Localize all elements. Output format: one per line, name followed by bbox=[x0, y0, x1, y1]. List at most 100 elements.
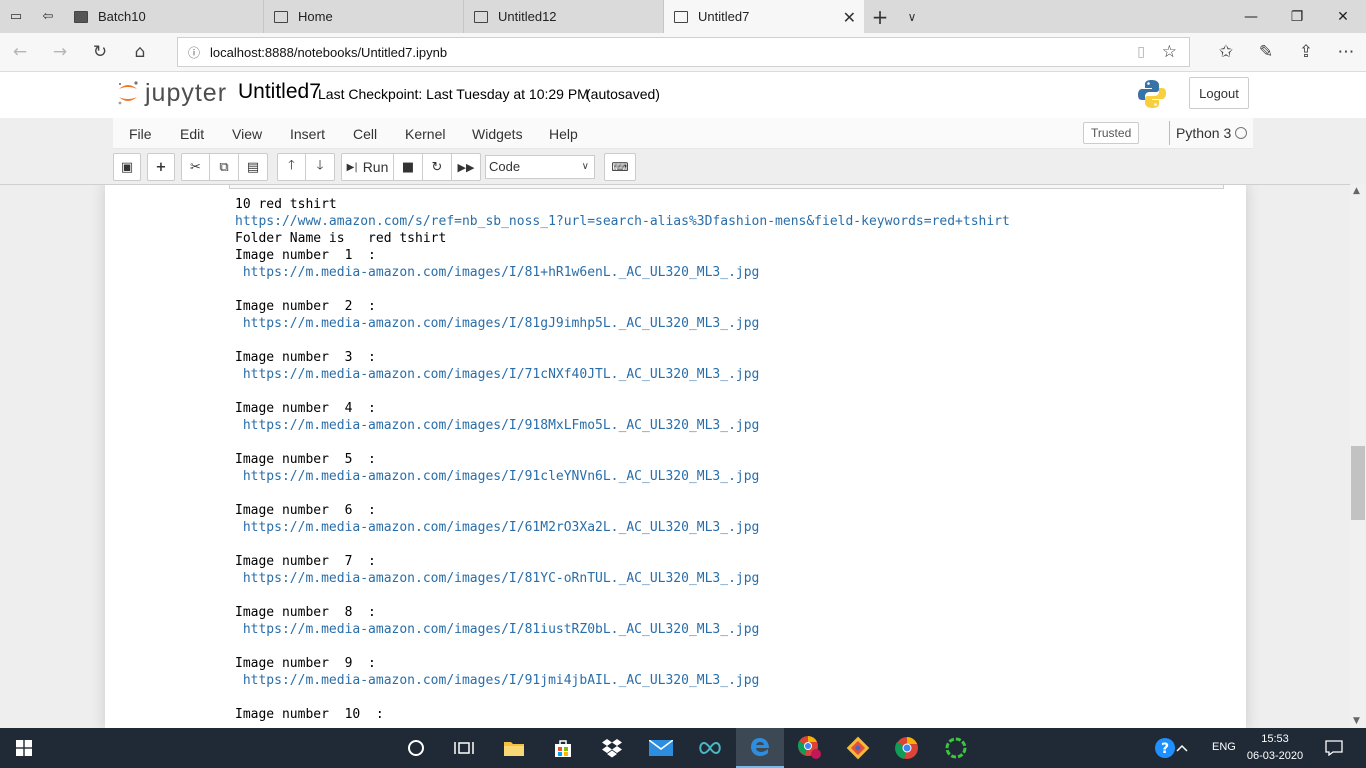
copy-button[interactable]: ⧉ bbox=[210, 153, 239, 181]
previous-cell-edge bbox=[229, 185, 1224, 189]
save-icon: ▣ bbox=[120, 159, 134, 175]
system-clock[interactable]: 15:53 06-03-2020 bbox=[1242, 731, 1308, 765]
menu-view[interactable]: View bbox=[232, 126, 262, 142]
more-icon[interactable]: ⋯ bbox=[1332, 39, 1360, 65]
restart-button[interactable]: ↻ bbox=[423, 153, 452, 181]
info-icon[interactable]: ⓘ bbox=[178, 44, 210, 61]
jupyter-wordmark: jupyter bbox=[145, 79, 228, 107]
move-down-button[interactable]: 🡓 bbox=[306, 153, 335, 181]
output-line: Image number 10 : bbox=[235, 707, 384, 722]
file-explorer-icon[interactable] bbox=[490, 728, 538, 768]
browser-tab-batch10[interactable]: Batch10 bbox=[64, 0, 264, 33]
cut-button[interactable]: ✂ bbox=[181, 153, 210, 181]
menu-kernel[interactable]: Kernel bbox=[405, 126, 445, 142]
git-icon[interactable] bbox=[834, 728, 882, 768]
restart-run-all-button[interactable]: ▶▶ bbox=[452, 153, 481, 181]
refresh-icon[interactable]: ↻ bbox=[86, 39, 114, 65]
page-favicon-icon bbox=[474, 10, 488, 23]
scroll-up-icon[interactable]: ▲ bbox=[1353, 186, 1360, 196]
edge-browser-icon[interactable] bbox=[736, 728, 784, 768]
python-logo-icon bbox=[1138, 80, 1166, 108]
menu-file[interactable]: File bbox=[129, 126, 152, 142]
browser-tab-untitled12[interactable]: Untitled12 bbox=[464, 0, 664, 33]
notebook-area[interactable]: 10 red tshirt https://www.amazon.com/s/re… bbox=[0, 184, 1350, 728]
trusted-badge[interactable]: Trusted bbox=[1083, 122, 1140, 144]
menu-bar: File Edit View Insert Cell Kernel Widget… bbox=[113, 118, 1253, 149]
arrow-down-icon: 🡓 bbox=[316, 158, 324, 173]
store-icon[interactable] bbox=[539, 728, 587, 768]
paste-button[interactable]: ▤ bbox=[239, 153, 268, 181]
output-link[interactable]: https://m.media-amazon.com/images/I/918M… bbox=[235, 417, 1010, 434]
menu-edit[interactable]: Edit bbox=[180, 126, 204, 142]
vertical-scrollbar[interactable]: ▲ ▼ bbox=[1350, 184, 1366, 728]
jupyter-logo[interactable]: jupyter bbox=[117, 77, 227, 111]
address-bar[interactable]: ⓘ localhost:8888/notebooks/Untitled7.ipy… bbox=[177, 37, 1190, 67]
chevron-down-icon: ∨ bbox=[581, 161, 589, 172]
windows-start-icon[interactable] bbox=[0, 728, 48, 768]
close-tab-icon[interactable]: ✕ bbox=[843, 8, 856, 28]
restore-icon[interactable]: ❐ bbox=[1274, 0, 1320, 33]
close-window-icon[interactable]: ✕ bbox=[1320, 0, 1366, 33]
share-icon[interactable]: ⇪ bbox=[1292, 39, 1320, 65]
chrome-profile-icon[interactable] bbox=[786, 728, 834, 768]
browser-tab-home[interactable]: Home bbox=[264, 0, 464, 33]
output-link[interactable]: https://m.media-amazon.com/images/I/81+h… bbox=[235, 264, 1010, 281]
notebook-name[interactable]: Untitled7 bbox=[238, 80, 321, 104]
chevron-up-icon[interactable] bbox=[1170, 728, 1194, 768]
new-tab-icon[interactable]: + bbox=[864, 0, 896, 33]
cortana-search-icon[interactable] bbox=[392, 728, 440, 768]
output-link[interactable]: https://m.media-amazon.com/images/I/91cl… bbox=[235, 468, 1010, 485]
output-link[interactable]: https://m.media-amazon.com/images/I/91jm… bbox=[235, 672, 1010, 689]
scroll-down-icon[interactable]: ▼ bbox=[1353, 716, 1360, 726]
chevron-down-icon[interactable]: ∨ bbox=[896, 0, 928, 33]
reading-view-icon[interactable]: ▯ bbox=[1137, 44, 1145, 60]
run-button[interactable]: ▶| Run bbox=[341, 153, 394, 181]
fast-forward-icon: ▶▶ bbox=[457, 160, 475, 174]
mail-icon[interactable] bbox=[637, 728, 685, 768]
output-link[interactable]: https://m.media-amazon.com/images/I/71cN… bbox=[235, 366, 1010, 383]
output-link[interactable]: https://m.media-amazon.com/images/I/81YC… bbox=[235, 570, 1010, 587]
output-link[interactable]: https://m.media-amazon.com/images/I/81iu… bbox=[235, 621, 1010, 638]
tab-title: Untitled12 bbox=[498, 9, 557, 24]
arduino-icon[interactable] bbox=[686, 728, 734, 768]
cell-type-select[interactable]: Code ∨ bbox=[485, 155, 595, 179]
output-link[interactable]: https://m.media-amazon.com/images/I/61M2… bbox=[235, 519, 1010, 536]
output-link[interactable]: https://m.media-amazon.com/images/I/81gJ… bbox=[235, 315, 1010, 332]
task-view-icon[interactable] bbox=[440, 728, 488, 768]
browser-tab-untitled7[interactable]: Untitled7 ✕ bbox=[664, 0, 864, 33]
scrollbar-thumb[interactable] bbox=[1351, 446, 1365, 520]
insert-cell-button[interactable]: + bbox=[147, 153, 175, 181]
dropbox-icon[interactable] bbox=[588, 728, 636, 768]
page-favicon-icon bbox=[274, 10, 288, 23]
set-tabs-aside-icon[interactable]: ⇦ bbox=[32, 0, 64, 33]
notifications-icon[interactable] bbox=[1310, 728, 1358, 768]
output-line: Image number 8 : bbox=[235, 605, 376, 620]
minimize-icon[interactable]: — bbox=[1228, 0, 1274, 33]
pen-icon[interactable]: ✎ bbox=[1252, 39, 1280, 65]
logout-button[interactable]: Logout bbox=[1189, 77, 1249, 109]
save-button[interactable]: ▣ bbox=[113, 153, 141, 181]
menu-cell[interactable]: Cell bbox=[353, 126, 377, 142]
browser-tab-bar: ▭ ⇦ Batch10 Home Untitled12 Untitled7 ✕ … bbox=[0, 0, 1366, 33]
kernel-name: Python 3 bbox=[1169, 121, 1231, 145]
menu-help[interactable]: Help bbox=[549, 126, 578, 142]
menu-widgets[interactable]: Widgets bbox=[472, 126, 523, 142]
move-up-button[interactable]: 🡑 bbox=[277, 153, 306, 181]
output-line: Image number 1 : bbox=[235, 248, 376, 263]
command-palette-button[interactable]: ⌨ bbox=[604, 153, 636, 181]
forward-arrow-icon[interactable]: → bbox=[46, 39, 74, 65]
menu-insert[interactable]: Insert bbox=[290, 126, 325, 142]
home-icon[interactable]: ⌂ bbox=[126, 39, 154, 65]
output-link[interactable]: https://www.amazon.com/s/ref=nb_sb_noss_… bbox=[235, 213, 1010, 230]
app-ring-icon[interactable] bbox=[932, 728, 980, 768]
back-arrow-icon[interactable]: ← bbox=[6, 39, 34, 65]
interrupt-button[interactable]: ■ bbox=[394, 153, 423, 181]
chrome-icon[interactable] bbox=[883, 728, 931, 768]
input-language[interactable]: ENG bbox=[1212, 741, 1236, 753]
tab-actions-icon[interactable]: ▭ bbox=[0, 0, 32, 33]
star-icon[interactable]: ☆ bbox=[1162, 42, 1177, 62]
favorites-icon[interactable]: ✩ bbox=[1212, 39, 1240, 65]
